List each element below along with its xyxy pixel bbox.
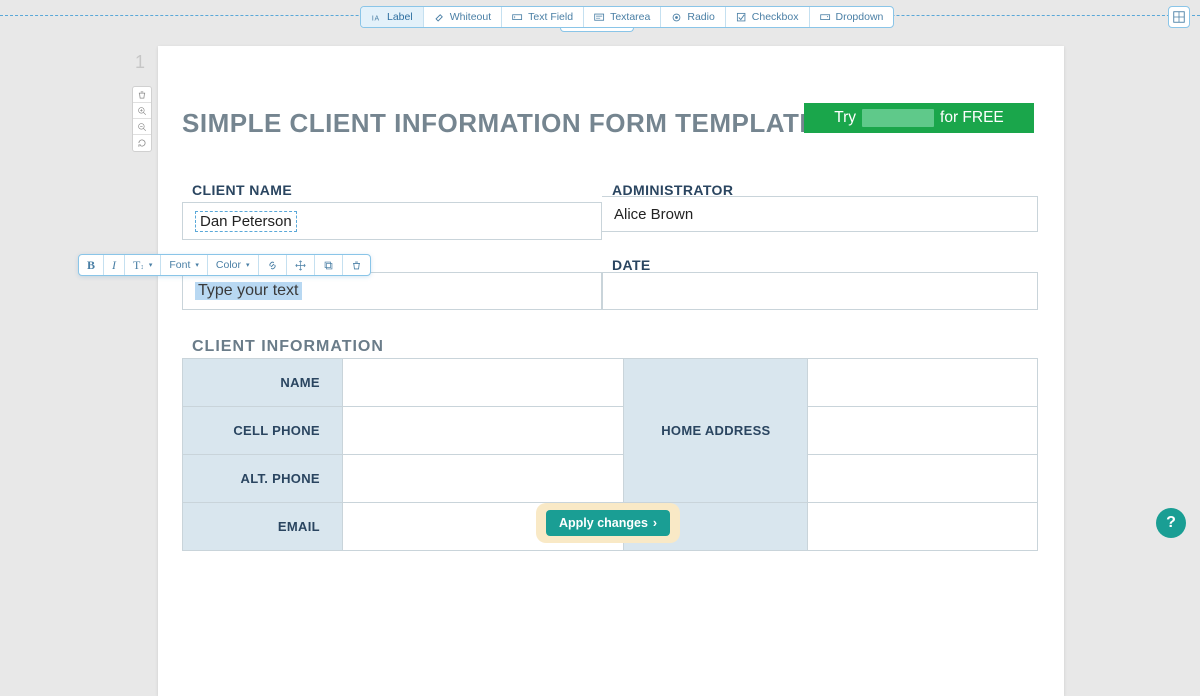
address-cell-1[interactable]: [808, 359, 1038, 407]
client-name-label: CLIENT NAME: [192, 182, 292, 198]
textfield-icon: [512, 12, 523, 23]
blank-cell[interactable]: [808, 503, 1038, 551]
bold-icon: B: [87, 258, 95, 273]
apply-label: Apply changes: [559, 516, 648, 530]
link-icon: [267, 260, 278, 271]
delete-page-button[interactable]: [133, 87, 151, 103]
zoom-out-button[interactable]: [133, 119, 151, 135]
fontsize-button[interactable]: T↕ ▾: [125, 255, 161, 275]
table-icon: [1173, 11, 1185, 23]
apply-changes-wrap: Apply changes ›: [536, 503, 680, 543]
chevron-down-icon: ▾: [195, 261, 199, 269]
row-header-home-address: HOME ADDRESS: [624, 359, 808, 503]
administrator-value: Alice Brown: [614, 206, 693, 223]
chevron-down-icon: ▾: [149, 261, 153, 269]
color-button[interactable]: Color ▾: [208, 255, 259, 275]
try-suffix: for FREE: [940, 109, 1004, 127]
toolbar-whiteout[interactable]: Whiteout: [424, 7, 502, 27]
label-icon: IA: [371, 12, 382, 23]
help-icon: ?: [1166, 514, 1176, 532]
zoom-in-icon: [137, 106, 147, 116]
toolbar-dropdown[interactable]: Dropdown: [810, 7, 894, 27]
typing-placeholder: Type your text: [195, 282, 302, 300]
document-page: SIMPLE CLIENT INFORMATION FORM TEMPLATE …: [158, 46, 1064, 696]
text-format-toolbar: B I T↕ ▾ Font ▾ Color ▾: [78, 254, 371, 276]
toolbar-item-label: Checkbox: [752, 11, 799, 23]
refresh-icon: [137, 138, 147, 148]
italic-icon: I: [112, 258, 116, 273]
address-cell-3[interactable]: [808, 455, 1038, 503]
toolbar-item-label: Dropdown: [836, 11, 884, 23]
move-button[interactable]: [287, 255, 315, 275]
zoom-in-button[interactable]: [133, 103, 151, 119]
cellphone-cell[interactable]: [342, 407, 624, 455]
client-info-heading: CLIENT INFORMATION: [192, 338, 384, 356]
textarea-icon: [594, 12, 605, 23]
row-header-name: NAME: [183, 359, 343, 407]
toolbar-item-label: Whiteout: [450, 11, 491, 23]
date-field[interactable]: [602, 272, 1038, 310]
toolbar-textfield[interactable]: Text Field: [502, 7, 584, 27]
chevron-right-icon: ›: [653, 516, 657, 530]
page-side-toolbar: [132, 86, 152, 152]
address-cell-2[interactable]: [808, 407, 1038, 455]
trash-icon: [351, 260, 362, 271]
toolbar-radio[interactable]: Radio: [661, 7, 725, 27]
name-cell[interactable]: [342, 359, 624, 407]
row-header-altphone: ALT. PHONE: [183, 455, 343, 503]
fontsize-icon: T↕: [133, 258, 144, 273]
svg-text:A: A: [374, 15, 379, 22]
zoom-out-icon: [137, 122, 147, 132]
chevron-down-icon: ▾: [246, 261, 250, 269]
document-title: SIMPLE CLIENT INFORMATION FORM TEMPLATE: [182, 108, 817, 139]
table-row: CELL PHONE: [183, 407, 1038, 455]
try-banner[interactable]: Try for FREE: [804, 103, 1034, 133]
font-button[interactable]: Font ▾: [161, 255, 208, 275]
copy-button[interactable]: [315, 255, 343, 275]
color-label: Color: [216, 259, 241, 271]
try-logo-placeholder: [862, 109, 934, 127]
altphone-cell[interactable]: [342, 455, 624, 503]
font-label: Font: [169, 259, 190, 271]
administrator-field[interactable]: Alice Brown: [602, 196, 1038, 232]
toolbar-label[interactable]: IA Label: [361, 7, 424, 27]
toolbar-item-label: Textarea: [610, 11, 650, 23]
link-button[interactable]: [259, 255, 287, 275]
bold-button[interactable]: B: [79, 255, 104, 275]
page-number: 1: [135, 52, 145, 73]
dropdown-icon: [820, 12, 831, 23]
radio-icon: [671, 12, 682, 23]
client-name-field[interactable]: Dan Peterson: [182, 202, 602, 240]
table-button[interactable]: [1168, 6, 1190, 28]
apply-changes-button[interactable]: Apply changes ›: [546, 510, 670, 536]
eraser-icon: [434, 12, 445, 23]
copy-icon: [323, 260, 334, 271]
client-name-value: Dan Peterson: [195, 211, 297, 232]
insert-toolbar: IA Label Whiteout Text Field Textarea Ra…: [360, 6, 894, 28]
refresh-button[interactable]: [133, 135, 151, 151]
table-row: NAME HOME ADDRESS: [183, 359, 1038, 407]
toolbar-item-label: Text Field: [528, 11, 573, 23]
toolbar-checkbox[interactable]: Checkbox: [726, 7, 810, 27]
delete-button[interactable]: [343, 255, 370, 275]
active-text-label[interactable]: Type your text: [182, 272, 602, 310]
help-button[interactable]: ?: [1156, 508, 1186, 538]
svg-text:I: I: [372, 13, 374, 22]
table-row: ALT. PHONE: [183, 455, 1038, 503]
toolbar-item-label: Radio: [687, 11, 714, 23]
move-icon: [295, 260, 306, 271]
checkbox-icon: [736, 12, 747, 23]
trash-icon: [137, 90, 147, 100]
italic-button[interactable]: I: [104, 255, 125, 275]
toolbar-textarea[interactable]: Textarea: [584, 7, 661, 27]
row-header-cellphone: CELL PHONE: [183, 407, 343, 455]
date-label: DATE: [612, 257, 651, 273]
row-header-email: EMAIL: [183, 503, 343, 551]
try-prefix: Try: [834, 109, 856, 127]
toolbar-item-label: Label: [387, 11, 413, 23]
